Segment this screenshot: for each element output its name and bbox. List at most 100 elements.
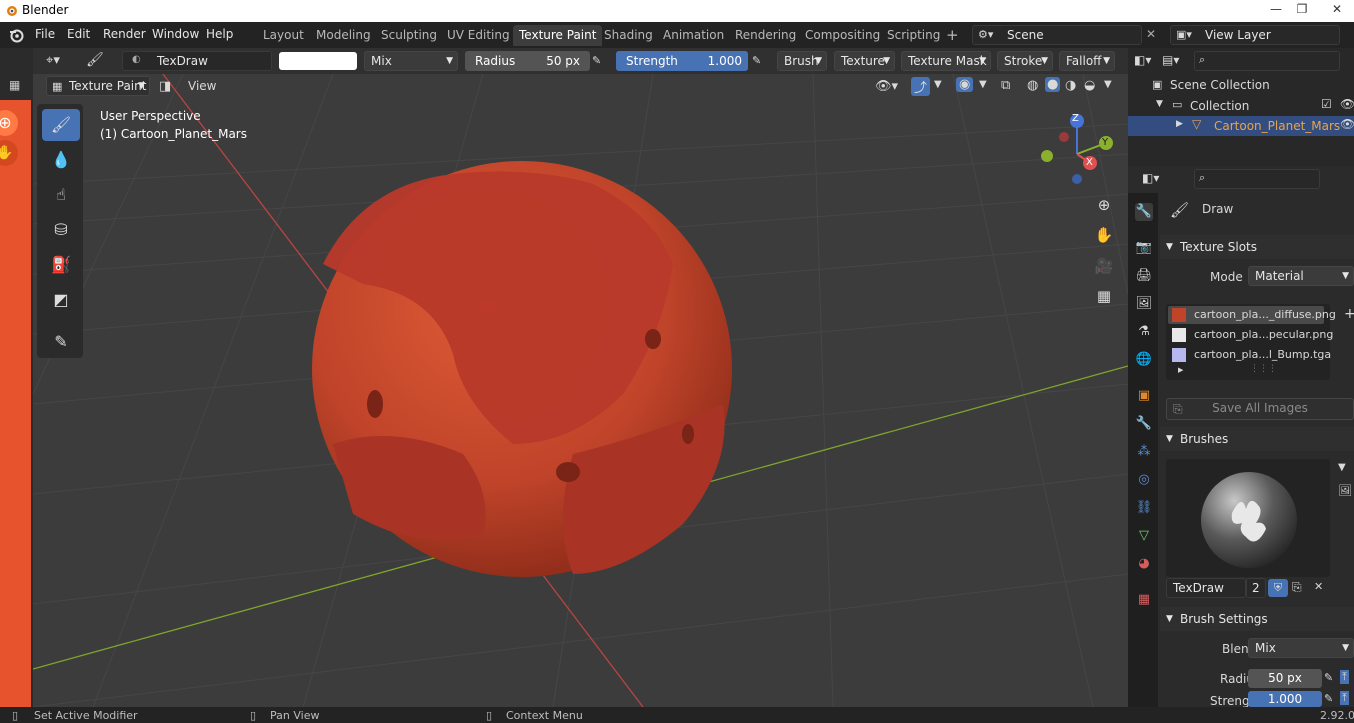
render-tab-icon[interactable]: 📷 (1135, 239, 1153, 257)
texture-slots-header[interactable]: ▼ Texture Slots (1160, 235, 1354, 259)
wireframe-shading-icon[interactable]: ◍ (1027, 78, 1038, 93)
stroke-dropdown[interactable]: Stroke ▼ (997, 51, 1053, 71)
brush-tool-icon[interactable]: ⌖▾ (46, 53, 60, 68)
collection-label[interactable]: Collection (1190, 99, 1249, 113)
texture-tab-icon[interactable]: ▦ (1135, 591, 1153, 609)
view-layer-selector[interactable]: View Layer (1170, 25, 1340, 45)
blend-dropdown-props[interactable]: Mix ▼ (1248, 638, 1354, 658)
annotate-tool-icon[interactable]: ✎ (42, 326, 80, 358)
menu-help[interactable]: Help (206, 27, 233, 41)
strength-pressure-icon[interactable]: ✎ (752, 54, 761, 67)
tab-texture-paint[interactable]: Texture Paint (513, 25, 603, 46)
radius-slider-props[interactable]: 50 px (1248, 669, 1322, 688)
brush-settings-header[interactable]: ▼ Brush Settings (1160, 607, 1354, 631)
menu-window[interactable]: Window (152, 27, 199, 41)
collection-expand-icon[interactable]: ▼ (1156, 99, 1163, 109)
overlays-dropdown-icon[interactable]: ▼ (979, 79, 987, 90)
tab-animation[interactable]: Animation (657, 25, 730, 46)
duplicate-brush-icon[interactable]: ⎘ (1292, 580, 1302, 595)
image-editor-sliver[interactable]: ⊕ ✋ (0, 100, 31, 707)
tab-shading[interactable]: Shading (598, 25, 659, 46)
smear-tool-icon[interactable]: ☝ (42, 179, 80, 211)
brush-preview-dropdown-icon[interactable]: ▼ (1338, 462, 1346, 473)
brush-image-icon[interactable]: 🖼 (1338, 484, 1352, 497)
tab-layout[interactable]: Layout (257, 25, 310, 46)
material-shading-icon[interactable]: ◑ (1065, 78, 1076, 93)
physics-tab-icon[interactable]: ◎ (1135, 471, 1153, 489)
mask-toggle-icon[interactable]: ◨ (159, 79, 171, 94)
pan-hand-icon[interactable]: ✋ (0, 140, 18, 166)
visibility-toggle-icon[interactable]: 👁▾ (875, 79, 898, 94)
save-all-images-button[interactable]: ⎘ Save All Images (1166, 398, 1354, 420)
mode-dropdown-props[interactable]: Material ▼ (1248, 266, 1354, 286)
scene-selector[interactable]: Scene (972, 25, 1142, 45)
gizmo-x-label[interactable]: X (1086, 157, 1093, 168)
minimize-button[interactable]: — (1264, 0, 1288, 18)
material-tab-icon[interactable]: ◕ (1135, 555, 1153, 573)
blend-mode-dropdown[interactable]: Mix ▼ (364, 51, 458, 71)
view-menu[interactable]: View (188, 79, 216, 93)
move-view-icon[interactable]: ✋ (1091, 222, 1117, 248)
shading-dropdown-icon[interactable]: ▼ (1104, 79, 1112, 90)
close-button[interactable]: ✕ (1320, 0, 1354, 18)
tab-compositing[interactable]: Compositing (799, 25, 886, 46)
maximize-button[interactable]: ❐ (1290, 0, 1314, 18)
brush-preview[interactable] (1166, 459, 1330, 577)
strength-pressure-icon-props[interactable]: ✎ (1324, 692, 1333, 705)
remove-scene-icon[interactable]: ✕ (1146, 27, 1156, 41)
brush-fake-user-icon[interactable]: ◐ (132, 54, 141, 65)
tab-modeling[interactable]: Modeling (310, 25, 377, 46)
collection-checkbox-icon[interactable]: ☑ (1321, 97, 1332, 111)
texture-mask-dropdown[interactable]: Texture Mask ▼ (901, 51, 991, 71)
add-workspace-button[interactable]: + (940, 25, 965, 46)
display-mode-icon[interactable]: ▤▾ (1162, 53, 1179, 67)
tab-scripting[interactable]: Scripting (881, 25, 946, 46)
fake-user-shield-icon[interactable]: ⛨ (1268, 579, 1288, 597)
blender-menu-icon[interactable] (8, 27, 24, 43)
unlink-brush-icon[interactable]: ✕ (1314, 580, 1323, 593)
3d-viewport[interactable]: Z Y X Texture Paint ▼ ▦ ◨ View 👁▾ ⤴ ▼ ◉ ▼… (33, 74, 1128, 707)
brush-name-props[interactable]: TexDraw (1166, 578, 1246, 598)
properties-search-input[interactable] (1194, 169, 1320, 189)
menu-file[interactable]: File (35, 27, 55, 41)
object-visibility-icon[interactable]: 👁 (1340, 117, 1354, 131)
strength-unit-icon[interactable]: ⤒ (1340, 691, 1349, 705)
brushes-header[interactable]: ▼ Brushes (1160, 427, 1354, 451)
slot-name[interactable]: cartoon_pla...l_Bump.tga (1194, 348, 1331, 361)
menu-edit[interactable]: Edit (67, 27, 90, 41)
tool-tab-icon[interactable]: 🔧 (1135, 203, 1153, 221)
tab-sculpting[interactable]: Sculpting (375, 25, 443, 46)
zoom-view-icon[interactable]: ⊕ (1091, 192, 1117, 218)
data-tab-icon[interactable]: ▽ (1135, 527, 1153, 545)
list-expand-icon[interactable]: ▶ (1178, 366, 1183, 374)
output-tab-icon[interactable]: 🖨 (1135, 267, 1153, 285)
strength-slider[interactable]: Strength 1.000 (616, 51, 748, 71)
list-resize-handle[interactable]: ⋮⋮⋮ (1250, 364, 1277, 374)
particles-tab-icon[interactable]: ⁂ (1135, 443, 1153, 461)
clone-tool-icon[interactable]: ⛁ (42, 214, 80, 246)
ortho-toggle-icon[interactable]: ▦ (1091, 283, 1117, 309)
scene-collection-label[interactable]: Scene Collection (1170, 78, 1270, 92)
tab-uv-editing[interactable]: UV Editing (441, 25, 516, 46)
properties-editor-icon[interactable]: ◧▾ (1142, 171, 1159, 185)
strength-slider-props[interactable]: 1.000 (1248, 691, 1322, 707)
gizmo-toggle-icon[interactable]: ⤴ (911, 77, 931, 96)
brush-dropdown[interactable]: Brush ▼ (777, 51, 827, 71)
camera-view-icon[interactable]: 🎥 (1091, 253, 1117, 279)
outliner-editor-icon[interactable]: ◧▾ (1134, 53, 1151, 67)
collection-visibility-icon[interactable]: 👁 (1340, 97, 1354, 111)
zoom-icon[interactable]: ⊕ (0, 110, 18, 136)
slot-name[interactable]: cartoon_pla...pecular.png (1194, 328, 1333, 341)
slot-name[interactable]: cartoon_pla..._diffuse.png (1194, 308, 1336, 321)
radius-unit-icon[interactable]: ⤒ (1340, 670, 1349, 684)
object-expand-icon[interactable]: ▶ (1176, 119, 1183, 129)
constraints-tab-icon[interactable]: ⛓ (1135, 499, 1153, 517)
tab-rendering[interactable]: Rendering (729, 25, 802, 46)
texture-dropdown[interactable]: Texture ▼ (834, 51, 895, 71)
brush-users-count[interactable]: 2 (1246, 578, 1266, 598)
gizmo-y-label[interactable]: Y (1102, 137, 1108, 148)
view-layer-tab-icon[interactable]: 🖼 (1135, 295, 1153, 313)
world-tab-icon[interactable]: 🌐 (1135, 351, 1153, 369)
gizmo-dropdown-icon[interactable]: ▼ (934, 79, 942, 90)
add-slot-icon[interactable]: + (1344, 306, 1354, 322)
